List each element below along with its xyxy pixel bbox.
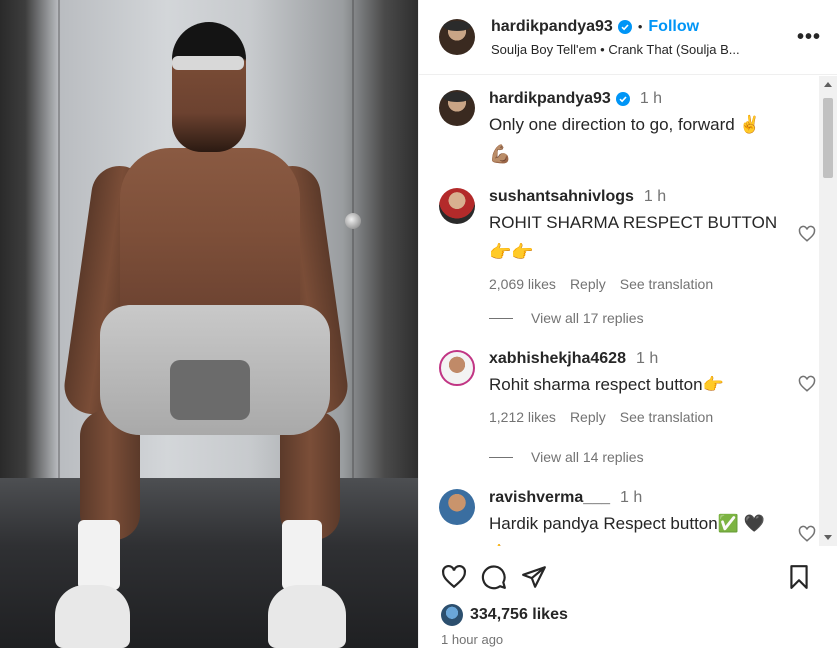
caption-username[interactable]: hardikpandya93 — [489, 90, 611, 108]
comments-scroll-area[interactable]: hardikpandya93 1 h Only one direction to… — [419, 76, 837, 546]
action-icons — [441, 564, 547, 590]
person-shorts-panel — [170, 360, 250, 420]
commenter-username[interactable]: sushantsahnivlogs — [489, 188, 634, 206]
comment-body: sushantsahnivlogs 1 h ROHIT SHARMA RESPE… — [489, 188, 819, 292]
more-options-icon[interactable]: ••• — [797, 26, 821, 49]
share-icon[interactable] — [521, 564, 547, 590]
wall-line — [352, 0, 354, 478]
comment-header: ravishverma___ 1 h — [489, 489, 819, 507]
follow-button[interactable]: Follow — [648, 18, 699, 36]
separator-dot: • — [637, 19, 643, 34]
see-translation-button[interactable]: See translation — [620, 409, 713, 425]
likes-count[interactable]: 334,756 likes — [470, 606, 568, 624]
avatar-hat — [443, 21, 471, 31]
comment-likes[interactable]: 1,212 likes — [489, 409, 556, 425]
person-shoe-left — [55, 585, 130, 648]
caption: hardikpandya93 1 h Only one direction to… — [439, 90, 819, 166]
post-image[interactable] — [0, 0, 418, 648]
post-actions: 334,756 likes 1 hour ago — [419, 548, 837, 648]
see-translation-button[interactable]: See translation — [620, 276, 713, 292]
comments-scrollbar[interactable] — [819, 76, 837, 546]
author-username[interactable]: hardikpandya93 — [491, 18, 613, 36]
scroll-up-arrow-icon[interactable] — [824, 82, 832, 87]
comment-body: ravishverma___ 1 h Hardik pandya Respect… — [489, 489, 819, 546]
post-modal: hardikpandya93 • Follow Soulja Boy Tell'… — [0, 0, 837, 648]
comment-emoji: 👉 — [489, 541, 819, 546]
liker-avatar[interactable] — [441, 604, 463, 626]
person-shoe-right — [268, 585, 346, 648]
comment-text: Rohit sharma respect button👉 — [489, 375, 724, 394]
comment-text: Hardik pandya Respect button✅ 🖤 — [489, 514, 765, 533]
header-row: hardikpandya93 • Follow — [491, 18, 797, 36]
commenter-avatar[interactable] — [439, 188, 475, 224]
caption-header: hardikpandya93 1 h — [489, 90, 819, 108]
comment-icon[interactable] — [481, 564, 507, 590]
comment-body: xabhishekjha4628 1 h Rohit sharma respec… — [489, 350, 819, 425]
person-head — [172, 22, 246, 152]
caption-emoji: 💪🏽 — [489, 144, 512, 164]
verified-badge-icon — [615, 92, 630, 106]
comment-likes[interactable]: 2,069 likes — [489, 276, 556, 292]
comment-like-heart-icon[interactable] — [798, 225, 816, 243]
comment-meta: 1,212 likes Reply See translation — [489, 409, 819, 425]
scrollbar-thumb[interactable] — [823, 98, 833, 178]
replies-line — [489, 456, 513, 458]
likes-row: 334,756 likes — [441, 604, 568, 626]
comment-text: ROHIT SHARMA RESPECT BUTTON — [489, 213, 778, 232]
view-replies-button[interactable]: View all 17 replies — [489, 310, 644, 326]
caption-text: Only one direction to go, forward ✌️ — [489, 115, 761, 134]
person-headband — [172, 56, 244, 70]
avatar-hat — [443, 92, 471, 102]
commenter-username[interactable]: xabhishekjha4628 — [489, 350, 626, 368]
comment-emoji: 👉👉 — [489, 242, 534, 262]
person-sock-right — [282, 520, 322, 590]
comment-item: xabhishekjha4628 1 h Rohit sharma respec… — [439, 350, 819, 425]
comment-like-heart-icon[interactable] — [798, 525, 816, 543]
caption-avatar[interactable] — [439, 90, 475, 126]
comment-item: ravishverma___ 1 h Hardik pandya Respect… — [439, 489, 819, 546]
caption-body: hardikpandya93 1 h Only one direction to… — [489, 90, 819, 166]
person-torso — [120, 148, 300, 323]
view-replies-label: View all 14 replies — [531, 449, 644, 465]
comment-header: sushantsahnivlogs 1 h — [489, 188, 819, 206]
comment-time[interactable]: 1 h — [644, 188, 666, 206]
caption-time[interactable]: 1 h — [640, 90, 662, 108]
replies-line — [489, 317, 513, 319]
header-text: hardikpandya93 • Follow Soulja Boy Tell'… — [491, 18, 797, 57]
comment-time[interactable]: 1 h — [636, 350, 658, 368]
comment-item: sushantsahnivlogs 1 h ROHIT SHARMA RESPE… — [439, 188, 819, 292]
comment-header: xabhishekjha4628 1 h — [489, 350, 819, 368]
bookmark-icon — [790, 565, 808, 589]
commenter-avatar[interactable] — [439, 350, 475, 386]
save-button[interactable] — [786, 564, 812, 595]
scroll-down-arrow-icon[interactable] — [824, 535, 832, 540]
verified-badge-icon — [617, 19, 632, 34]
comment-time[interactable]: 1 h — [620, 489, 642, 507]
comment-like-heart-icon[interactable] — [798, 375, 816, 393]
post-header: hardikpandya93 • Follow Soulja Boy Tell'… — [419, 0, 837, 75]
reply-button[interactable]: Reply — [570, 276, 606, 292]
wall-line — [58, 0, 60, 478]
reply-button[interactable]: Reply — [570, 409, 606, 425]
wall-knob — [345, 213, 361, 229]
audio-link[interactable]: Soulja Boy Tell'em • Crank That (Soulja … — [491, 42, 797, 57]
commenter-avatar[interactable] — [439, 489, 475, 525]
person-sock-left — [78, 520, 120, 590]
comment-meta: 2,069 likes Reply See translation — [489, 276, 819, 292]
post-details-panel: hardikpandya93 • Follow Soulja Boy Tell'… — [418, 0, 837, 648]
heart-icon[interactable] — [441, 564, 467, 590]
author-avatar[interactable] — [439, 19, 475, 55]
commenter-username[interactable]: ravishverma___ — [489, 489, 610, 507]
view-replies-label: View all 17 replies — [531, 310, 644, 326]
view-replies-button[interactable]: View all 14 replies — [489, 449, 644, 465]
post-timestamp[interactable]: 1 hour ago — [441, 632, 503, 647]
